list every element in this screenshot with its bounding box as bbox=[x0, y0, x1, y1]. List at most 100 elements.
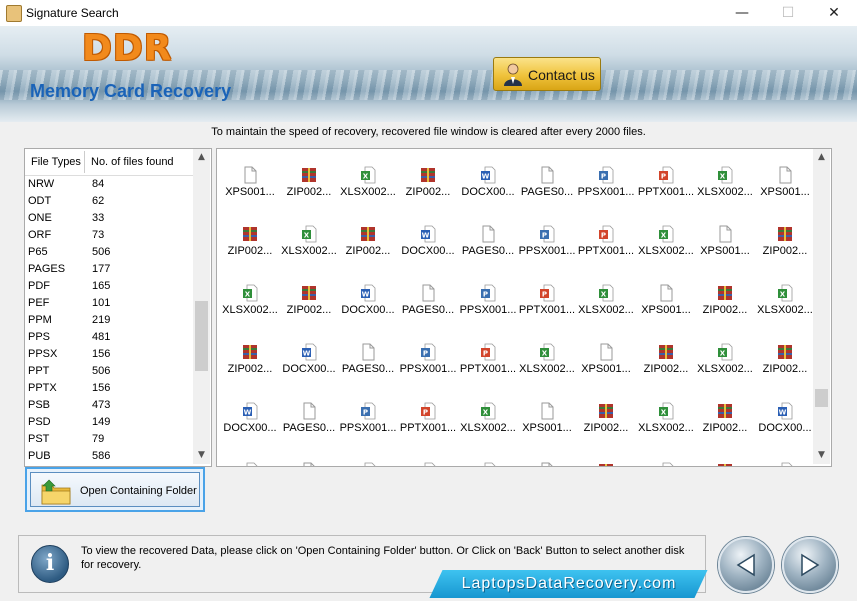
file-item[interactable] bbox=[575, 445, 637, 466]
file-item[interactable] bbox=[694, 445, 756, 466]
file-item[interactable]: XPS001... bbox=[516, 385, 578, 434]
file-item[interactable]: PAGES0... bbox=[278, 385, 340, 434]
file-item[interactable]: ZIP002... bbox=[219, 208, 281, 257]
file-item[interactable]: P PPSX001... bbox=[457, 267, 519, 316]
file-name: ZIP002... bbox=[702, 304, 748, 316]
svg-text:P: P bbox=[601, 232, 606, 240]
file-item[interactable]: W DOCX00... bbox=[457, 149, 519, 198]
file-item[interactable]: X XLSX002... bbox=[219, 267, 281, 316]
table-row[interactable]: ONE 33 bbox=[25, 210, 193, 227]
table-row[interactable]: NRW 84 bbox=[25, 176, 193, 193]
file-item[interactable]: ZIP002... bbox=[635, 326, 697, 375]
file-item[interactable]: ZIP002... bbox=[754, 208, 816, 257]
file-item[interactable]: X XLSX002... bbox=[694, 326, 756, 375]
file-item[interactable]: W DOCX00... bbox=[278, 326, 340, 375]
file-count-cell: 177 bbox=[92, 263, 111, 275]
file-item[interactable]: XPS001... bbox=[754, 149, 816, 198]
file-item[interactable]: PAGES0... bbox=[457, 208, 519, 257]
contact-us-button[interactable]: Contact us bbox=[493, 57, 601, 91]
file-item[interactable]: X XLSX002... bbox=[575, 267, 637, 316]
file-item[interactable]: PAGES0... bbox=[516, 149, 578, 198]
table-row[interactable]: PST 79 bbox=[25, 431, 193, 448]
back-button[interactable] bbox=[718, 537, 774, 593]
file-item[interactable]: W DOCX00... bbox=[219, 385, 281, 434]
file-item[interactable]: P PPTX001... bbox=[397, 385, 459, 434]
file-item[interactable]: X XLSX002... bbox=[635, 208, 697, 257]
table-row[interactable]: PPTX 156 bbox=[25, 380, 193, 397]
file-item[interactable]: X bbox=[457, 445, 519, 466]
scroll-thumb[interactable] bbox=[195, 301, 208, 371]
maximize-button[interactable]: ☐ bbox=[765, 0, 811, 26]
file-item[interactable]: P bbox=[337, 445, 399, 466]
file-item[interactable]: P PPSX001... bbox=[337, 385, 399, 434]
file-item[interactable]: W DOCX00... bbox=[337, 267, 399, 316]
website-label[interactable]: LaptopsDataRecovery.com bbox=[444, 575, 694, 593]
file-item[interactable]: X XLSX002... bbox=[337, 149, 399, 198]
table-row[interactable]: PPS 481 bbox=[25, 329, 193, 346]
svg-text:W: W bbox=[779, 409, 787, 417]
file-item[interactable]: XPS001... bbox=[219, 149, 281, 198]
table-row[interactable]: ORF 73 bbox=[25, 227, 193, 244]
table-row[interactable]: PSD 149 bbox=[25, 414, 193, 431]
file-item[interactable]: ZIP002... bbox=[694, 267, 756, 316]
file-item[interactable]: X XLSX002... bbox=[278, 208, 340, 257]
table-row[interactable]: PSB 473 bbox=[25, 397, 193, 414]
header-file-types[interactable]: File Types bbox=[31, 156, 81, 168]
next-button[interactable] bbox=[782, 537, 838, 593]
file-item[interactable]: PAGES0... bbox=[337, 326, 399, 375]
file-item[interactable]: XPS001... bbox=[635, 267, 697, 316]
scroll-up-icon[interactable]: ▲ bbox=[193, 149, 210, 166]
file-item[interactable]: X XLSX002... bbox=[457, 385, 519, 434]
file-item[interactable]: W bbox=[754, 445, 816, 466]
file-item[interactable]: P PPTX001... bbox=[457, 326, 519, 375]
file-item[interactable]: ZIP002... bbox=[219, 326, 281, 375]
file-item[interactable]: X XLSX002... bbox=[635, 385, 697, 434]
file-item[interactable]: ZIP002... bbox=[278, 149, 340, 198]
file-item[interactable]: X XLSX002... bbox=[754, 267, 816, 316]
scroll-down-icon[interactable]: ▼ bbox=[193, 447, 210, 464]
table-row[interactable]: PDF 165 bbox=[25, 278, 193, 295]
minimize-button[interactable]: — bbox=[719, 0, 765, 26]
file-item[interactable]: X XLSX002... bbox=[516, 326, 578, 375]
table-row[interactable]: P65 506 bbox=[25, 244, 193, 261]
file-name: XPS001... bbox=[225, 186, 275, 198]
file-item[interactable] bbox=[278, 445, 340, 466]
pptx-file-icon: P bbox=[424, 462, 436, 466]
file-item[interactable]: W bbox=[219, 445, 281, 466]
open-containing-folder-button[interactable]: Open Containing Folder bbox=[25, 467, 205, 512]
file-item[interactable]: X XLSX002... bbox=[694, 149, 756, 198]
file-item[interactable]: ZIP002... bbox=[278, 267, 340, 316]
file-item[interactable]: W DOCX00... bbox=[754, 385, 816, 434]
file-item[interactable]: ZIP002... bbox=[694, 385, 756, 434]
file-item[interactable]: PAGES0... bbox=[397, 267, 459, 316]
table-row[interactable]: PPM 219 bbox=[25, 312, 193, 329]
file-item[interactable]: ZIP002... bbox=[754, 326, 816, 375]
file-item[interactable] bbox=[516, 445, 578, 466]
file-item[interactable]: X bbox=[635, 445, 697, 466]
file-item[interactable]: P PPSX001... bbox=[575, 149, 637, 198]
header-files-found[interactable]: No. of files found bbox=[91, 156, 174, 168]
file-item[interactable]: XPS001... bbox=[694, 208, 756, 257]
ppsx-file-icon: P bbox=[421, 343, 436, 361]
file-item[interactable]: ZIP002... bbox=[397, 149, 459, 198]
file-name: XLSX002... bbox=[638, 245, 694, 257]
scroll-thumb[interactable] bbox=[815, 389, 828, 407]
table-row[interactable]: PAGES 177 bbox=[25, 261, 193, 278]
file-item[interactable]: P PPSX001... bbox=[516, 208, 578, 257]
table-row[interactable]: PPT 506 bbox=[25, 363, 193, 380]
file-item[interactable]: P bbox=[397, 445, 459, 466]
file-item[interactable]: ZIP002... bbox=[575, 385, 637, 434]
file-item[interactable]: P PPTX001... bbox=[516, 267, 578, 316]
left-scrollbar[interactable]: ▲ ▼ bbox=[193, 149, 210, 464]
table-row[interactable]: ODT 62 bbox=[25, 193, 193, 210]
table-row[interactable]: PPSX 156 bbox=[25, 346, 193, 363]
close-button[interactable]: ✕ bbox=[811, 0, 857, 26]
file-item[interactable]: P PPSX001... bbox=[397, 326, 459, 375]
file-item[interactable]: ZIP002... bbox=[337, 208, 399, 257]
file-item[interactable]: P PPTX001... bbox=[635, 149, 697, 198]
file-item[interactable]: W DOCX00... bbox=[397, 208, 459, 257]
table-row[interactable]: PUB 586 bbox=[25, 448, 193, 465]
table-row[interactable]: PEF 101 bbox=[25, 295, 193, 312]
file-item[interactable]: P PPTX001... bbox=[575, 208, 637, 257]
file-item[interactable]: XPS001... bbox=[575, 326, 637, 375]
